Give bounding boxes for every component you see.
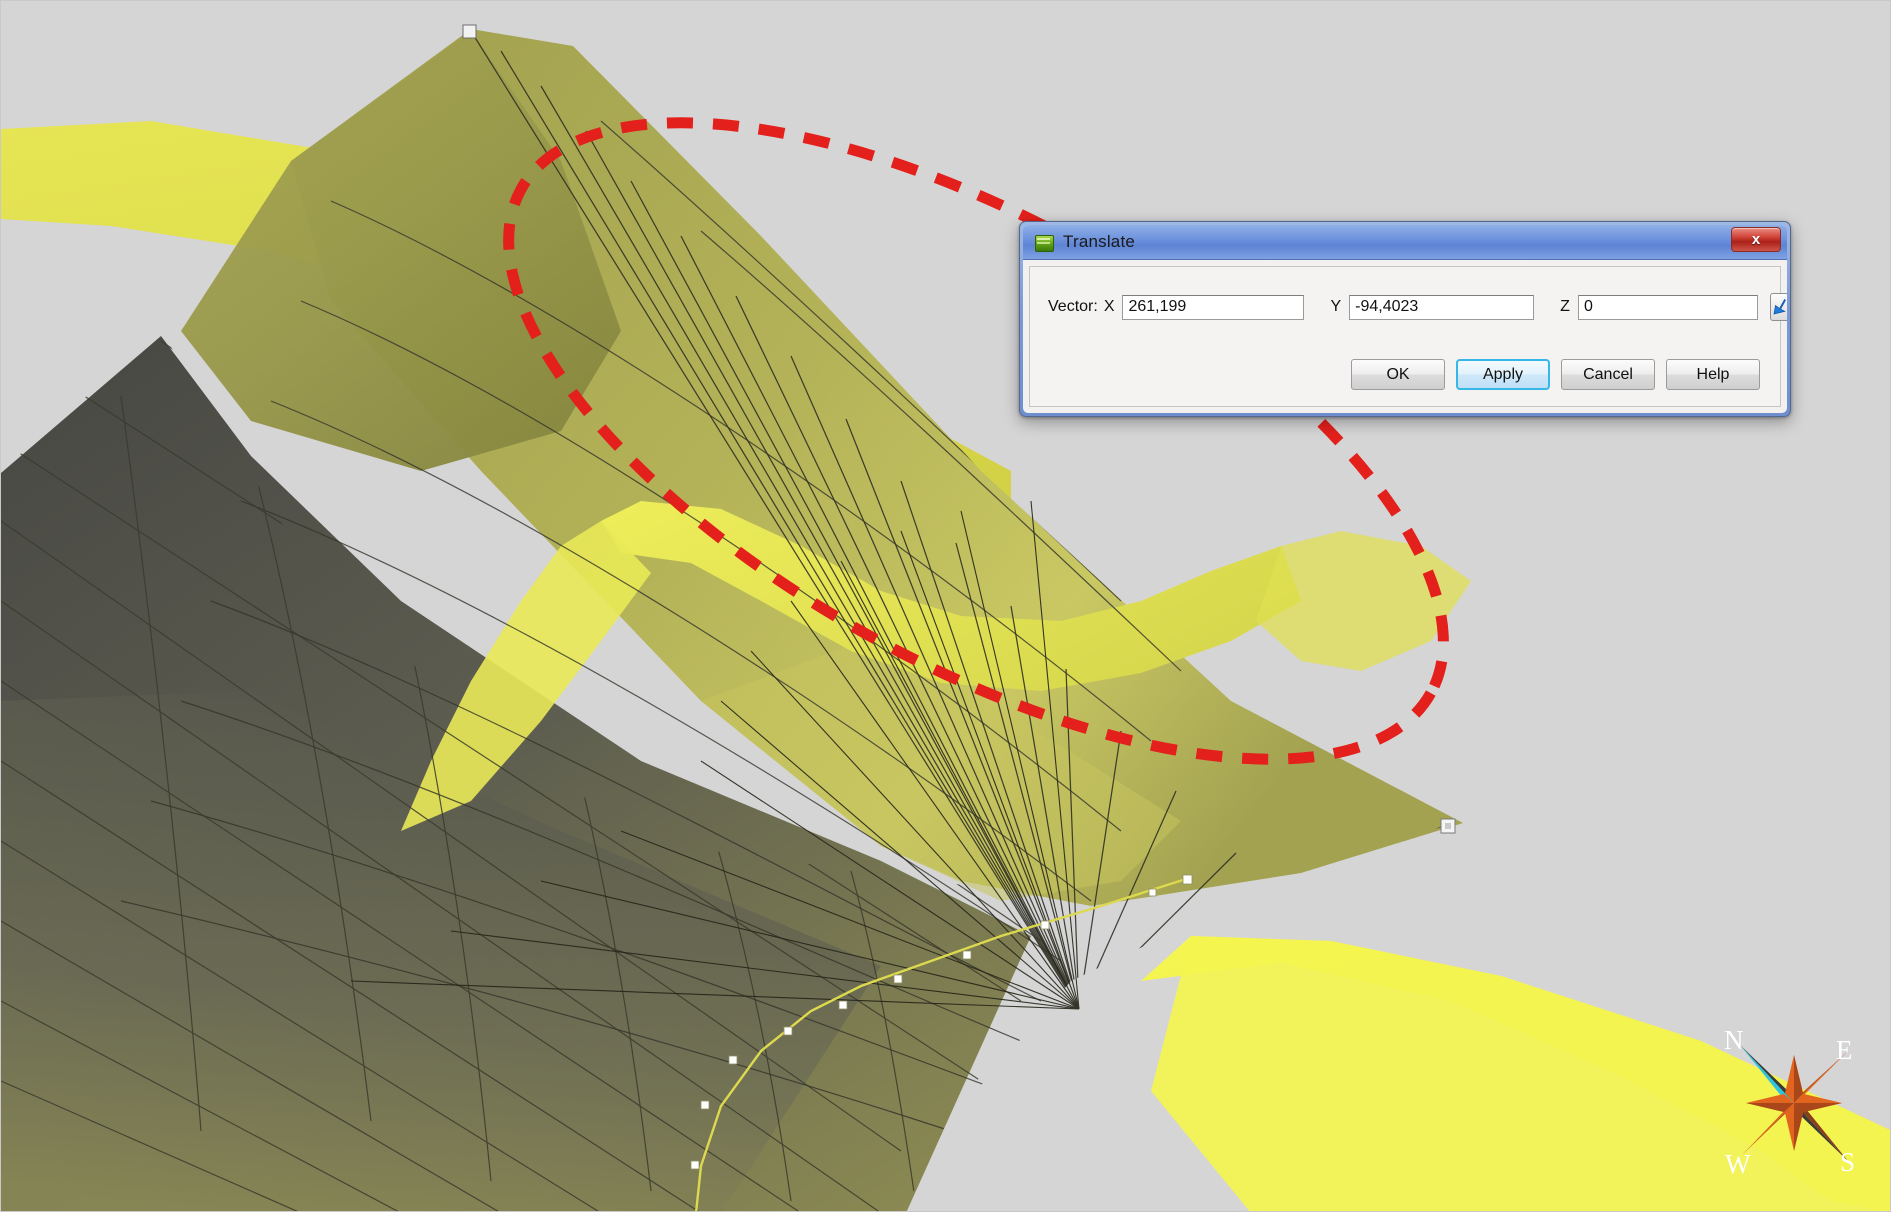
close-window-button[interactable]: x <box>1731 227 1781 252</box>
translate-dialog[interactable]: Translate x Vector: X Y Z <box>1019 221 1791 417</box>
dialog-titlebar[interactable]: Translate x <box>1023 225 1787 260</box>
y-axis-label: Y <box>1330 298 1342 315</box>
compass-rose: N E S W <box>1719 1023 1869 1183</box>
vector-label: Vector: <box>1048 298 1098 315</box>
dialog-button-row: OK Apply Cancel Help <box>1030 359 1780 406</box>
green-app-icon <box>1034 233 1054 252</box>
ok-button[interactable]: OK <box>1351 359 1445 390</box>
dialog-inner: Translate x Vector: X Y Z <box>1023 225 1787 413</box>
vector-field-row: Vector: X Y Z <box>1030 267 1787 321</box>
z-axis-label: Z <box>1560 298 1570 315</box>
dialog-body: Vector: X Y Z OK Apply Ca <box>1029 266 1787 407</box>
y-coordinate-input[interactable] <box>1349 294 1535 320</box>
apply-button[interactable]: Apply <box>1456 359 1550 390</box>
application-window: Translate x Vector: X Y Z <box>0 0 1891 1212</box>
pick-vector-from-screen-button[interactable] <box>1769 293 1787 321</box>
compass-rose-graphic: N E S W <box>1724 1025 1855 1179</box>
compass-label-east: E <box>1836 1035 1853 1065</box>
compass-label-south: S <box>1840 1147 1855 1177</box>
compass-label-north: N <box>1724 1025 1744 1055</box>
selected-vertex-target <box>1440 818 1456 834</box>
arrow-cursor-icon <box>1773 298 1786 315</box>
selected-vertex-top <box>462 24 477 39</box>
help-button[interactable]: Help <box>1666 359 1760 390</box>
compass-label-west: W <box>1725 1149 1751 1179</box>
x-axis-label: X <box>1103 298 1115 315</box>
cancel-button[interactable]: Cancel <box>1561 359 1655 390</box>
z-coordinate-input[interactable] <box>1577 294 1758 320</box>
dialog-title: Translate <box>1063 232 1136 251</box>
x-coordinate-input[interactable] <box>1122 294 1305 320</box>
close-icon: x <box>1751 231 1761 248</box>
3d-viewport[interactable] <box>1 1 1890 1211</box>
scene-render <box>1 1 1890 1211</box>
